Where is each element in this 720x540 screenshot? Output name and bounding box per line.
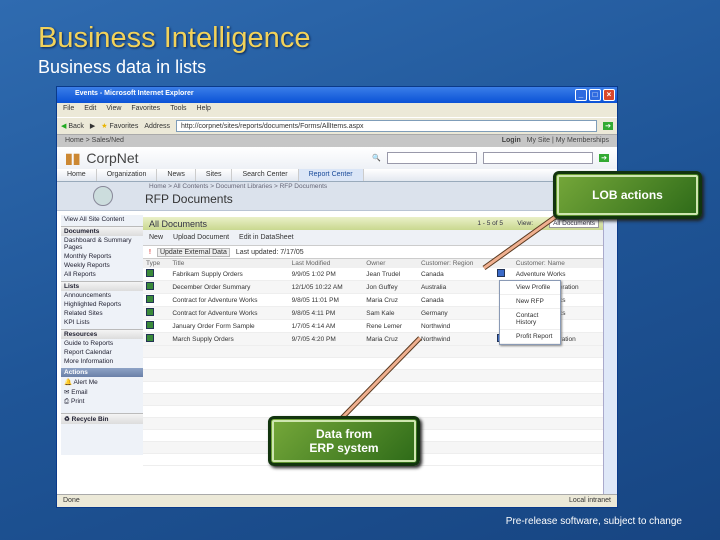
lob-arrow-fill: [483, 208, 566, 270]
callout-text: Data from: [315, 427, 372, 441]
erp-data-callout: Data from ERP system: [268, 416, 420, 466]
erp-arrow-fill: [338, 336, 422, 422]
lob-actions-callout: LOB actions: [553, 171, 702, 219]
callout-text: LOB actions: [592, 188, 663, 202]
callout-text: ERP system: [309, 441, 379, 455]
